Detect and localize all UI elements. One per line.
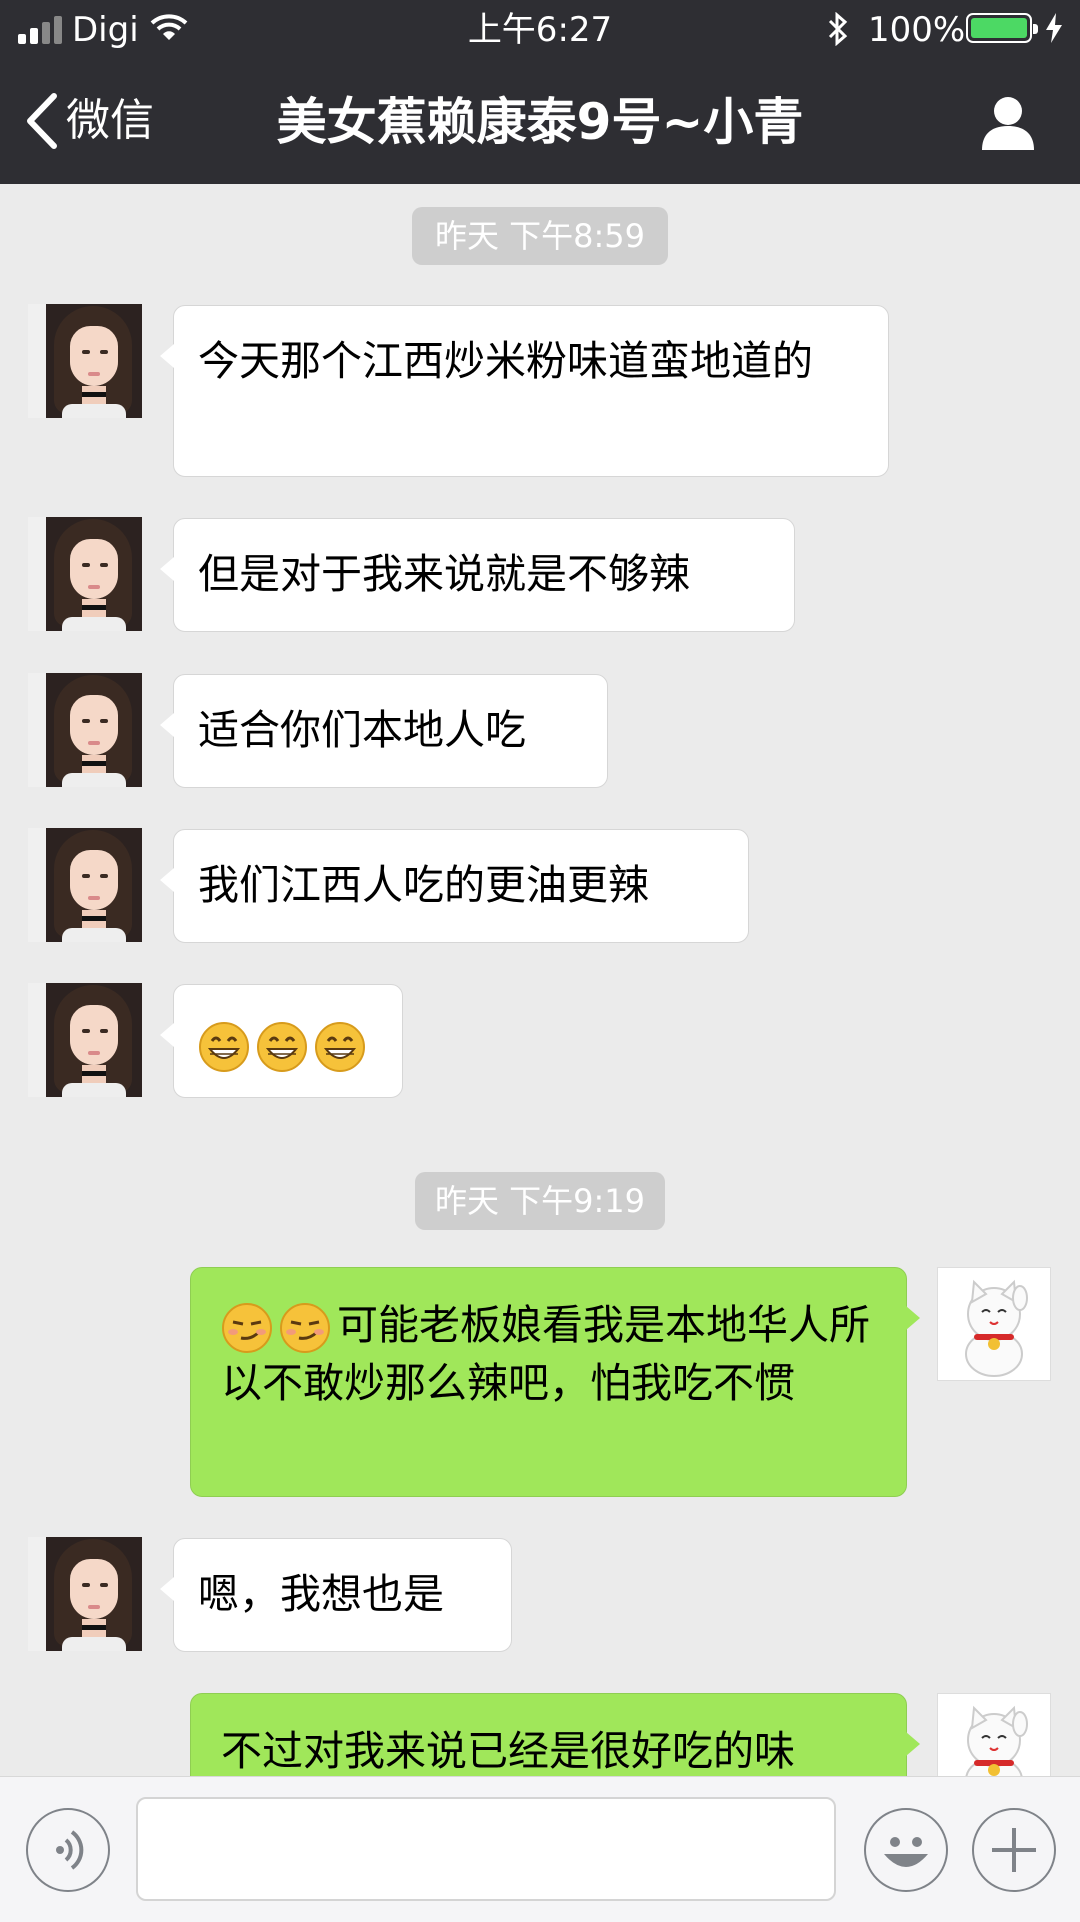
nav-bar: 微信 美女蕉赖康泰9号~小青	[0, 60, 1080, 184]
message-text: 嗯，我想也是	[198, 1570, 444, 1618]
message-text: 我们江西人吃的更油更辣	[198, 861, 649, 909]
grin-emoji-icon	[257, 1022, 307, 1072]
message-input[interactable]	[136, 1797, 836, 1901]
smirk-emoji-icon	[222, 1303, 272, 1353]
profile-button[interactable]	[978, 94, 1038, 154]
grin-emoji-icon	[199, 1022, 249, 1072]
contact-avatar[interactable]	[28, 1537, 142, 1651]
message-text: 可能老板娘看我是本地华人所以不敢炒那么辣吧，怕我吃不惯	[221, 1296, 876, 1412]
contact-avatar[interactable]	[28, 983, 142, 1097]
battery-percentage: 100%	[868, 10, 966, 50]
contact-avatar[interactable]	[28, 673, 142, 787]
message-text: 但是对于我来说就是不够辣	[198, 550, 690, 598]
message-text: 不过对我来说已经是很好吃的味	[221, 1727, 795, 1775]
message-bubble-incoming[interactable]: 但是对于我来说就是不够辣	[160, 518, 795, 632]
my-avatar[interactable]	[937, 1693, 1051, 1776]
message-bubble-incoming[interactable]: 嗯，我想也是	[160, 1538, 512, 1652]
contact-avatar[interactable]	[28, 517, 142, 631]
voice-icon	[56, 1830, 84, 1870]
smirk-emoji-icon	[280, 1303, 330, 1353]
message-bubble-outgoing[interactable]: 可能老板娘看我是本地华人所以不敢炒那么辣吧，怕我吃不惯	[190, 1267, 920, 1497]
message-bubble-incoming[interactable]: 我们江西人吃的更油更辣	[160, 829, 749, 943]
person-icon	[982, 97, 1034, 150]
plus-icon	[992, 1828, 1036, 1872]
grin-emoji-icon	[315, 1022, 365, 1072]
timestamp: 昨天 下午9:19	[415, 1172, 665, 1230]
message-bubble-outgoing[interactable]: 不过对我来说已经是很好吃的味	[190, 1693, 920, 1776]
message-bubble-incoming[interactable]: 适合你们本地人吃	[160, 674, 608, 788]
contact-avatar[interactable]	[28, 828, 142, 942]
lucky-cat-icon	[965, 1279, 1028, 1377]
header: Digi 上午6:27 100% 微信 美女蕉赖康泰9号~小青	[0, 0, 1080, 184]
charging-bolt-icon	[1046, 13, 1062, 43]
bluetooth-icon	[828, 12, 848, 46]
timestamp: 昨天 下午8:59	[412, 207, 668, 265]
plus-button[interactable]	[972, 1808, 1056, 1892]
chat-message-list[interactable]: 昨天 下午8:59 今天那个江西炒米粉味道蛮地道的 但是对于我来说就是不够辣 适…	[0, 184, 1080, 1776]
chat-title: 美女蕉赖康泰9号~小青	[276, 93, 804, 151]
contact-avatar[interactable]	[28, 304, 142, 418]
emoji-icon	[884, 1837, 928, 1867]
battery-icon	[966, 13, 1038, 43]
lucky-cat-icon	[965, 1705, 1028, 1776]
status-bar: Digi 上午6:27 100%	[0, 0, 1080, 60]
message-bubble-incoming[interactable]	[160, 984, 403, 1098]
my-avatar[interactable]	[937, 1267, 1051, 1381]
message-text: 今天那个江西炒米粉味道蛮地道的	[198, 337, 813, 385]
emoji-button[interactable]	[864, 1808, 948, 1892]
message-text: 适合你们本地人吃	[198, 706, 526, 754]
message-bubble-incoming[interactable]: 今天那个江西炒米粉味道蛮地道的	[160, 305, 889, 477]
voice-button[interactable]	[26, 1808, 110, 1892]
input-bar	[0, 1776, 1080, 1922]
